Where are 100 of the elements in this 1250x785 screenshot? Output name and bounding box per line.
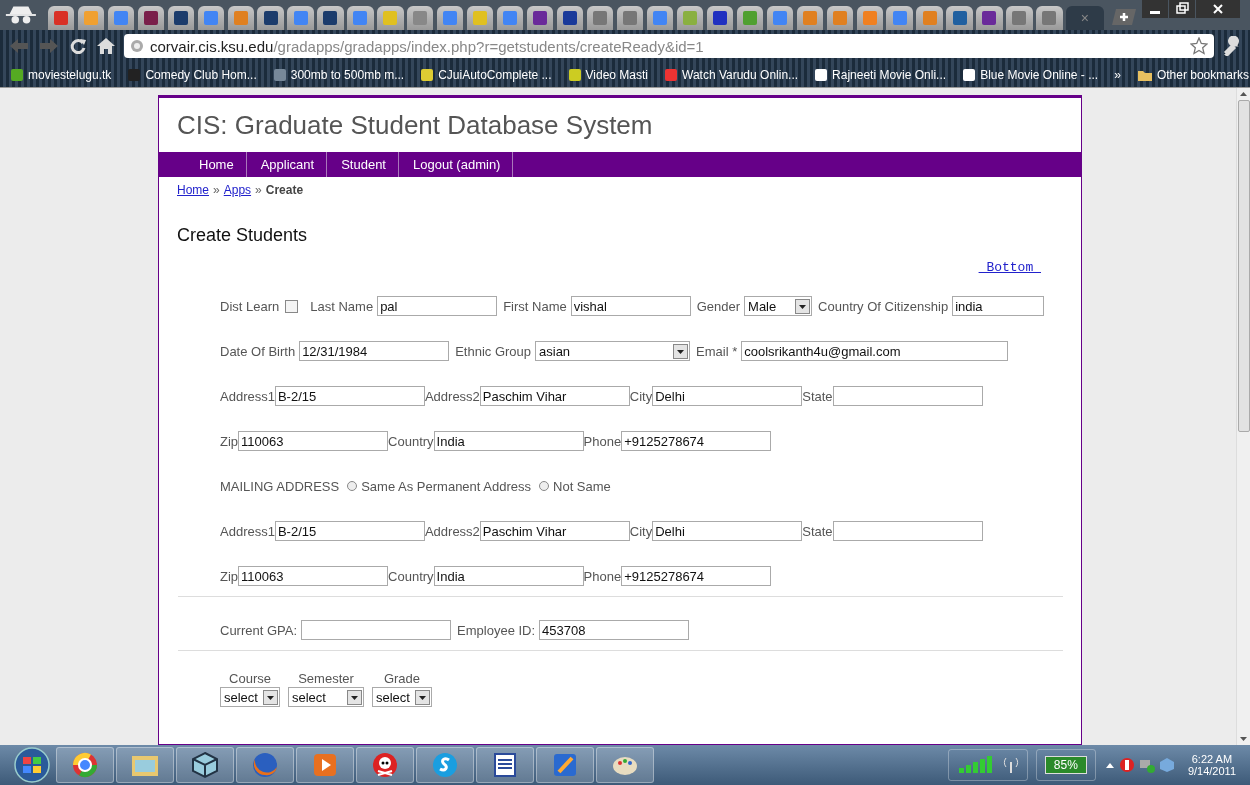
new-tab-icon[interactable] (1111, 8, 1136, 26)
nav-link[interactable]: Logout (admin) (399, 152, 514, 177)
text-field[interactable] (301, 620, 452, 640)
nav-link[interactable]: Home (185, 152, 247, 177)
nav-link[interactable]: Applicant (246, 152, 328, 177)
taskbar-app[interactable] (416, 747, 474, 783)
browser-tab[interactable] (527, 6, 554, 30)
browser-tab[interactable] (497, 6, 524, 30)
browser-tab[interactable] (317, 6, 344, 30)
favicon-icon (82, 10, 99, 26)
text-field[interactable]: 453708 (539, 620, 690, 640)
browser-tab[interactable] (407, 6, 434, 30)
clock[interactable]: 6:22 AM 9/14/2011 (1177, 753, 1250, 777)
taskbar-app[interactable] (356, 747, 414, 783)
text-field[interactable]: vishal (570, 296, 691, 316)
browser-tab[interactable] (616, 6, 644, 30)
reload-icon[interactable] (68, 37, 88, 55)
bookmark-item[interactable]: moviestelugu.tk (10, 67, 112, 82)
bookmark-item[interactable]: 300mb to 500mb m... (272, 67, 405, 82)
bookmark-item[interactable]: Rajneeti Movie Onli... (814, 67, 947, 82)
browser-tab[interactable] (736, 6, 763, 30)
browser-tab[interactable] (766, 6, 793, 30)
bookmark-item[interactable]: Video Masti (567, 67, 648, 82)
browser-tab[interactable] (646, 6, 674, 30)
browser-tab[interactable] (257, 6, 284, 30)
favicon-icon (664, 67, 678, 82)
bookmark-item[interactable]: CJuiAutoComplete ... (420, 67, 552, 82)
close-icon[interactable] (1196, 0, 1240, 18)
text-field[interactable]: Paschim Vihar (479, 386, 630, 406)
browser-tab[interactable] (77, 6, 104, 30)
text-field[interactable]: India (433, 566, 584, 586)
browser-tab[interactable] (467, 6, 494, 30)
radio-button[interactable] (539, 481, 549, 491)
browser-tab[interactable] (437, 6, 464, 30)
address-bar[interactable]: corvair.cis.ksu.edu/gradapps/gradapps/index.php?r=getstudents/createReady&id=1 (124, 34, 1214, 58)
dropdown[interactable]: select (220, 687, 280, 707)
taskbar-app[interactable] (56, 747, 114, 783)
text-field[interactable]: +9125278674 (621, 431, 772, 451)
dropdown[interactable]: select (372, 687, 432, 707)
other-bookmarks-folder[interactable]: Other bookmarks (1136, 67, 1249, 82)
home-icon[interactable] (96, 37, 116, 55)
browser-tab[interactable] (586, 6, 614, 30)
browser-tab[interactable] (676, 6, 704, 30)
breadcrumb-link[interactable]: Home (177, 183, 209, 197)
text-field[interactable]: B-2/15 (274, 521, 425, 541)
text-field[interactable]: B-2/15 (274, 386, 425, 406)
checkbox[interactable] (285, 299, 299, 313)
text-field[interactable]: Paschim Vihar (479, 521, 630, 541)
browser-tab[interactable] (946, 6, 973, 30)
text-field[interactable]: 12/31/1984 (299, 341, 450, 361)
dropdown[interactable]: select (288, 687, 364, 707)
box-icon[interactable] (1157, 756, 1176, 774)
restore-icon[interactable] (1169, 0, 1195, 18)
bookmark-item[interactable]: Watch Varudu Onlin... (664, 67, 799, 82)
text-field[interactable]: 110063 (238, 431, 389, 451)
battery-indicator[interactable]: 85% (1035, 749, 1096, 781)
browser-tab[interactable] (856, 6, 883, 30)
bookmark-item[interactable]: Comedy Club Hom... (127, 67, 257, 82)
text-field[interactable]: 110063 (238, 566, 389, 586)
text-field[interactable]: india (952, 296, 1045, 316)
text-field[interactable]: Delhi (652, 521, 803, 541)
text-field[interactable] (832, 521, 983, 541)
browser-tab[interactable] (227, 6, 254, 30)
field-label: Phone (583, 568, 622, 584)
taskbar-app[interactable] (176, 747, 234, 783)
breadcrumb-link[interactable]: Apps (223, 183, 252, 197)
browser-tab[interactable] (826, 6, 853, 30)
favicon-icon (831, 10, 848, 26)
bottom-link[interactable]: Bottom (978, 260, 1041, 275)
star-icon[interactable] (1190, 37, 1208, 55)
browser-tab[interactable] (706, 6, 733, 30)
text-field[interactable] (832, 386, 983, 406)
browser-tab[interactable] (197, 6, 224, 30)
taskbar-app[interactable] (296, 747, 354, 783)
column-label: Grade (383, 671, 421, 686)
radio-button[interactable] (347, 481, 358, 491)
browser-tab[interactable] (47, 6, 75, 30)
scrollbar-thumb[interactable] (1237, 100, 1250, 432)
bookmark-item[interactable]: Blue Movie Online - ... (962, 67, 1099, 82)
browser-tab[interactable] (137, 6, 164, 30)
browser-tab[interactable] (167, 6, 194, 30)
signal-indicator[interactable] (947, 749, 1028, 781)
more-bookmarks-button[interactable]: » (1114, 67, 1121, 82)
text-field[interactable]: India (433, 431, 584, 451)
browser-tab[interactable] (796, 6, 823, 30)
dropdown[interactable]: Male (744, 296, 813, 316)
browser-tab[interactable] (976, 6, 1003, 30)
nav-link[interactable]: Student (327, 152, 399, 177)
taskbar-app[interactable] (476, 747, 534, 783)
text-field[interactable]: +9125278674 (621, 566, 772, 586)
field-label: First Name (503, 298, 567, 314)
wrench-icon[interactable] (1222, 36, 1242, 56)
browser-tab[interactable] (107, 6, 134, 30)
scrollbar[interactable] (1236, 88, 1250, 745)
text-field[interactable]: pal (377, 296, 498, 316)
text-field[interactable]: coolsrikanth4u@gmail.com (741, 341, 1009, 361)
dropdown[interactable]: asian (535, 341, 690, 361)
minimize-icon[interactable] (1142, 0, 1168, 18)
text-field[interactable]: Delhi (652, 386, 803, 406)
browser-tab[interactable] (557, 6, 584, 30)
